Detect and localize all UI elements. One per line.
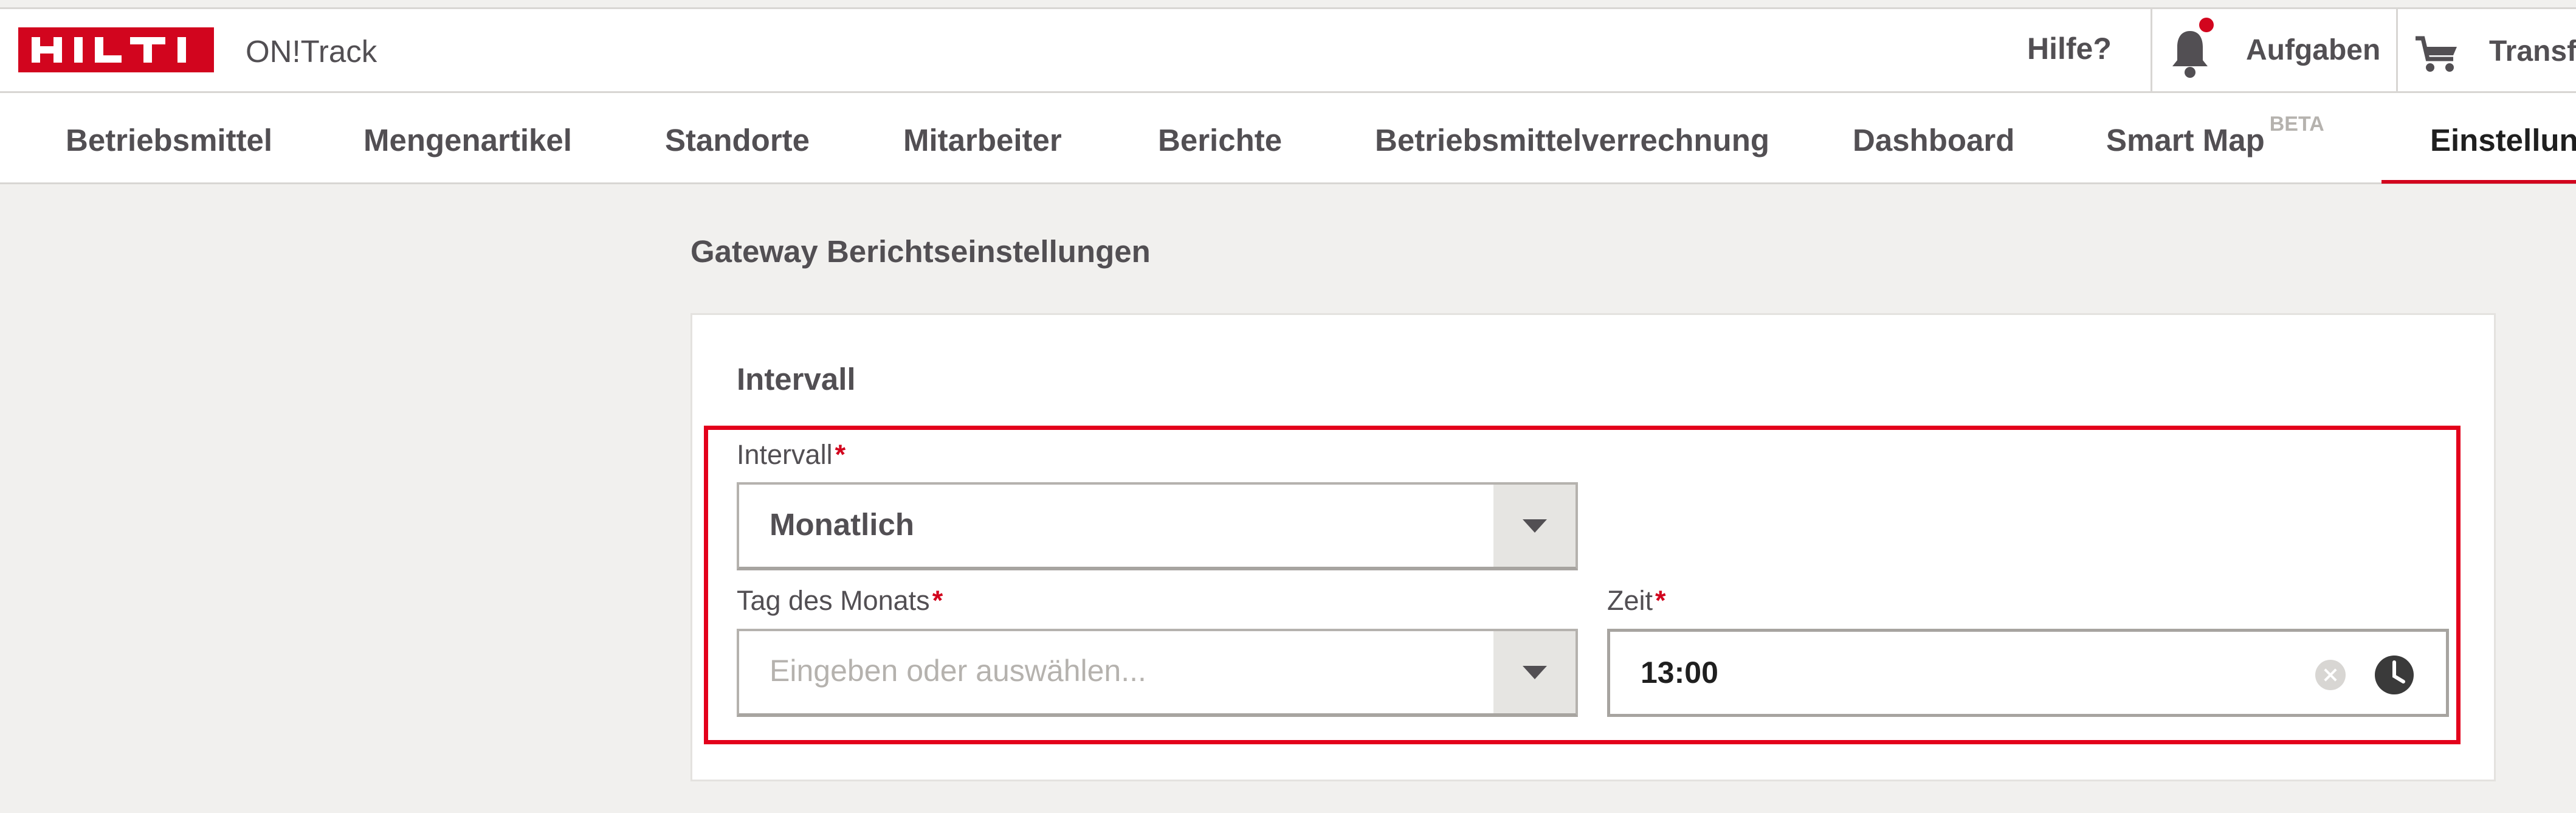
transfer-link[interactable]: Transfer — [2489, 35, 2576, 68]
tasks-link[interactable]: Aufgaben — [2246, 33, 2380, 67]
section-title: Intervall — [737, 362, 856, 396]
time-label: Zeit* — [1607, 585, 1666, 617]
main-nav: Betriebsmittel Mengenartikel Standorte M… — [0, 93, 2576, 184]
time-label-text: Zeit — [1607, 585, 1653, 616]
chevron-down-icon — [1522, 519, 1547, 533]
nav-mitarbeiter[interactable]: Mitarbeiter — [903, 122, 1062, 158]
day-of-month-label-text: Tag des Monats — [737, 585, 930, 616]
day-of-month-placeholder: Eingeben oder auswählen... — [770, 654, 1146, 688]
interval-label: Intervall* — [737, 439, 845, 471]
nav-mengenartikel[interactable]: Mengenartikel — [363, 122, 572, 158]
chevron-down-icon — [1522, 665, 1547, 679]
page-title: Gateway Berichtseinstellungen — [690, 234, 1151, 269]
required-marker: * — [932, 585, 943, 616]
app-name: ON!Track — [246, 34, 377, 69]
required-marker: * — [1655, 585, 1666, 616]
nav-smart-map-label: Smart Map — [2106, 123, 2265, 157]
nav-betriebsmittelverrechnung[interactable]: Betriebsmittelverrechnung — [1375, 122, 1769, 158]
notification-dot — [2199, 18, 2214, 32]
time-value: 13:00 — [1641, 656, 1718, 690]
interval-label-text: Intervall — [737, 439, 833, 470]
app-header: ON!Track Hilfe? Aufgaben Transfer — [0, 9, 2576, 93]
nav-smart-map[interactable]: Smart Map BETA — [2106, 112, 2324, 158]
hilti-logo[interactable] — [18, 27, 214, 72]
bell-icon[interactable] — [2169, 26, 2211, 81]
header-divider — [2151, 9, 2152, 93]
nav-berichte[interactable]: Berichte — [1158, 122, 1282, 158]
interval-value: Monatlich — [770, 507, 914, 542]
clear-icon[interactable] — [2315, 660, 2346, 690]
day-of-month-select[interactable]: Eingeben oder auswählen... — [737, 629, 1578, 717]
day-of-month-label: Tag des Monats* — [737, 585, 943, 617]
header-divider — [2396, 9, 2398, 93]
cart-icon[interactable] — [2413, 33, 2461, 76]
nav-betriebsmittel[interactable]: Betriebsmittel — [66, 122, 272, 158]
time-input[interactable]: 13:00 — [1607, 629, 2449, 717]
nav-standorte[interactable]: Standorte — [665, 122, 810, 158]
day-of-month-dropdown-button[interactable] — [1493, 631, 1576, 713]
interval-select[interactable]: Monatlich — [737, 482, 1578, 570]
help-link[interactable]: Hilfe? — [2027, 31, 2112, 66]
nav-einstellungen[interactable]: Einstellungen — [2430, 122, 2576, 158]
nav-dashboard[interactable]: Dashboard — [1853, 122, 2014, 158]
beta-badge: BETA — [2269, 112, 2324, 136]
clock-icon[interactable] — [2373, 654, 2416, 696]
interval-dropdown-button[interactable] — [1493, 485, 1576, 567]
browser-top-strip — [0, 0, 2576, 9]
required-marker: * — [835, 439, 846, 470]
active-tab-indicator — [2381, 180, 2576, 184]
